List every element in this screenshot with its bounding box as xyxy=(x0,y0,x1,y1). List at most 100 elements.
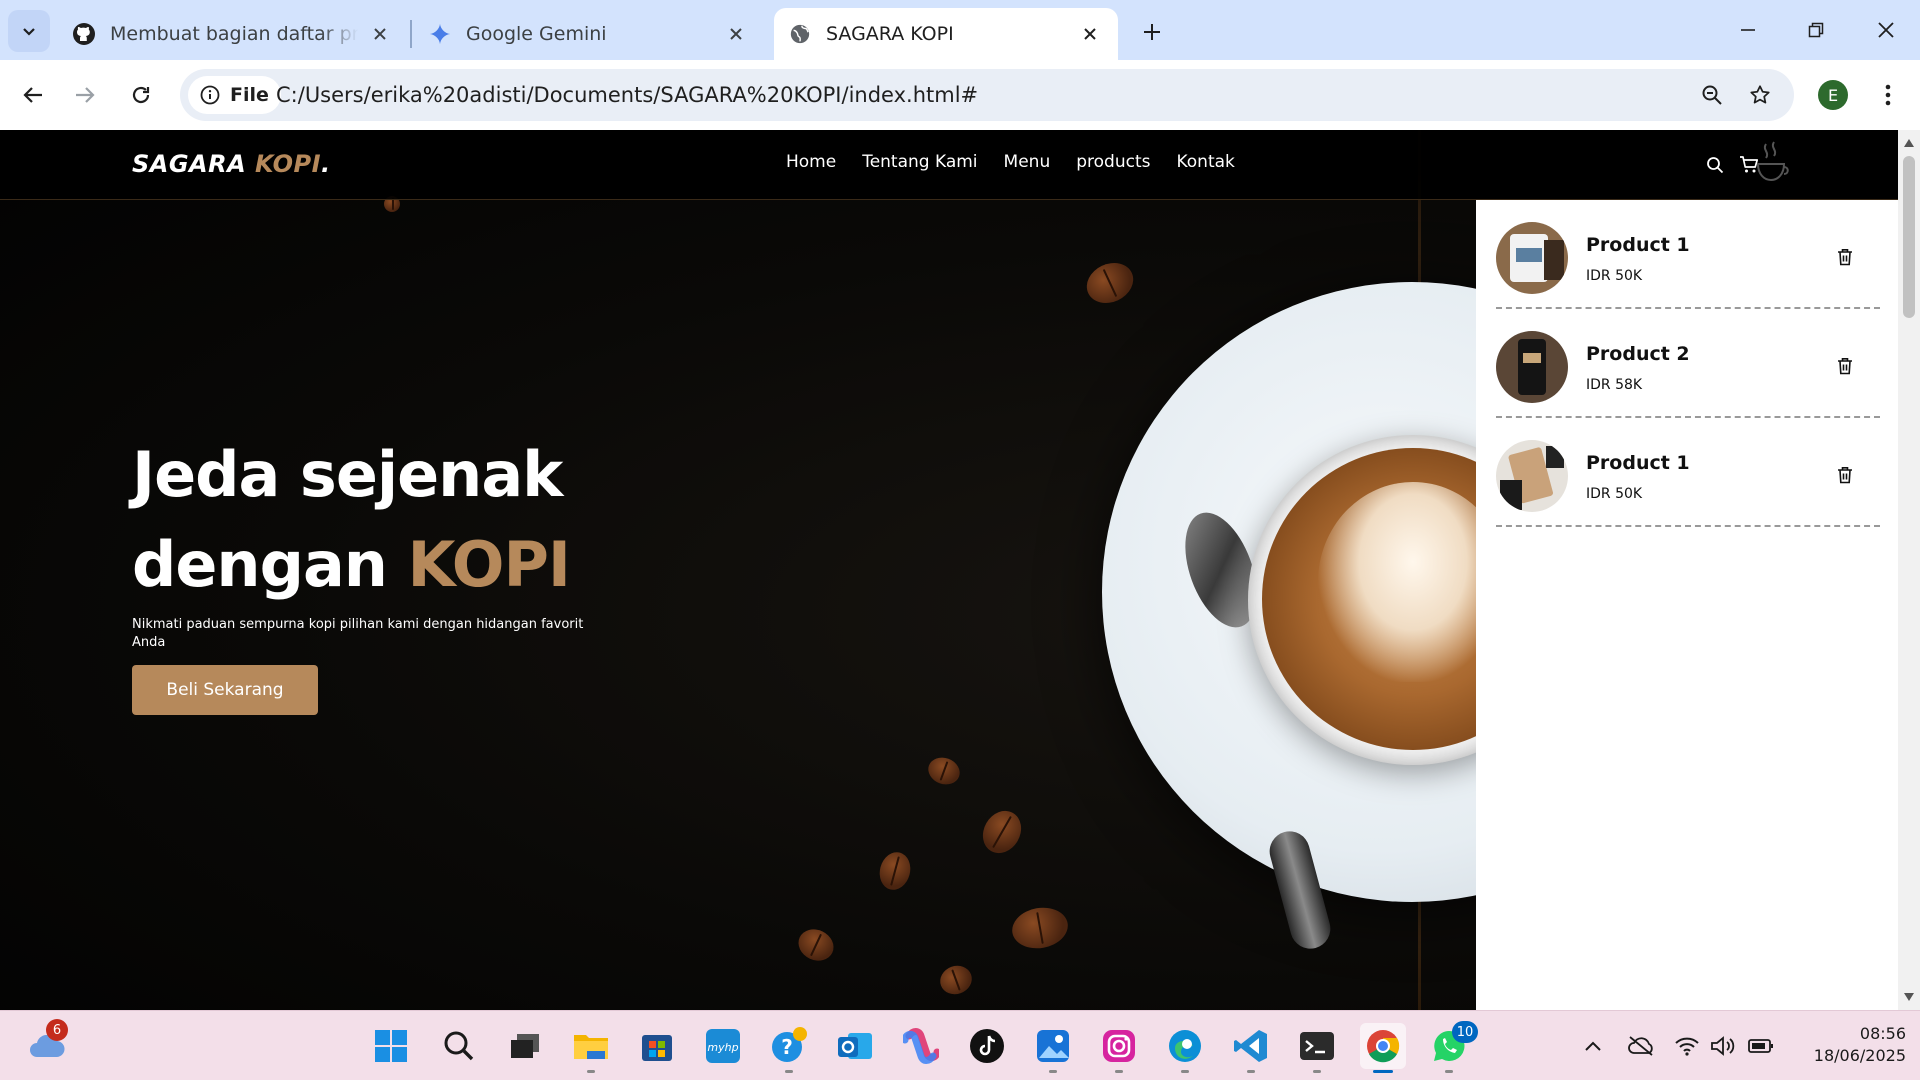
close-tab-icon[interactable] xyxy=(722,20,750,48)
start-button[interactable] xyxy=(368,1023,414,1069)
minimize-icon xyxy=(1741,29,1755,31)
site-info-chip[interactable]: File xyxy=(188,76,281,114)
cart-item-price: IDR 50K xyxy=(1586,268,1643,284)
running-indicator xyxy=(1115,1070,1123,1073)
scroll-down-arrow-icon[interactable] xyxy=(1902,990,1916,1004)
clock-time: 08:56 xyxy=(1859,1024,1906,1043)
profile-avatar[interactable]: E xyxy=(1818,80,1848,110)
cart-item: Product 1 IDR 50K xyxy=(1496,418,1880,527)
scroll-up-arrow-icon[interactable] xyxy=(1902,136,1916,150)
tiktok-icon xyxy=(970,1029,1004,1063)
zoom-icon[interactable] xyxy=(1694,77,1730,113)
close-tab-icon[interactable] xyxy=(366,20,394,48)
site-nav-links: Home Tentang Kami Menu products Kontak xyxy=(786,152,1235,172)
tab-gemini[interactable]: Google Gemini xyxy=(414,8,764,60)
weather-widget[interactable]: 6 xyxy=(24,1019,70,1069)
back-button[interactable] xyxy=(12,74,54,116)
vscode-app[interactable] xyxy=(1228,1023,1274,1073)
nav-link-products[interactable]: products xyxy=(1076,152,1150,172)
info-icon xyxy=(200,85,220,105)
running-indicator xyxy=(785,1070,793,1073)
file-explorer-app[interactable] xyxy=(568,1023,614,1073)
chrome-app[interactable] xyxy=(1360,1023,1406,1073)
reload-button[interactable] xyxy=(120,74,162,116)
beli-sekarang-button[interactable]: Beli Sekarang xyxy=(132,665,318,715)
restore-icon xyxy=(1808,22,1824,38)
logo-text: SAGARA xyxy=(132,150,256,178)
myhp-icon: myhp xyxy=(706,1029,740,1063)
taskbar-search-button[interactable] xyxy=(436,1023,482,1069)
logo-suffix: . xyxy=(321,150,331,178)
photos-app[interactable] xyxy=(1030,1023,1076,1073)
show-hidden-icons-button[interactable] xyxy=(1578,1031,1608,1061)
url-text[interactable]: C:/Users/erika%20adisti/Documents/SAGARA… xyxy=(276,69,978,121)
task-view-button[interactable] xyxy=(502,1023,548,1069)
cart-item-name: Product 1 xyxy=(1586,234,1690,256)
tab-search-dropdown-button[interactable] xyxy=(8,10,50,52)
tab-title: Membuat bagian daftar produk xyxy=(110,23,358,45)
hero-heading: Jeda sejenak dengan KOPI xyxy=(132,430,571,610)
trash-icon[interactable] xyxy=(1834,354,1856,378)
get-help-app[interactable]: ? xyxy=(766,1023,812,1073)
clock-date: 18/06/2025 xyxy=(1813,1046,1906,1065)
hero-heading-line-1: Jeda sejenak xyxy=(132,438,563,511)
myhp-app[interactable]: myhp xyxy=(700,1023,746,1069)
outlook-app[interactable] xyxy=(832,1023,878,1069)
copilot-icon xyxy=(903,1028,939,1064)
terminal-icon xyxy=(1300,1032,1334,1060)
browser-menu-button[interactable] xyxy=(1870,74,1906,116)
page-scrollbar[interactable] xyxy=(1898,130,1920,1010)
edge-icon xyxy=(1169,1030,1201,1062)
trash-icon[interactable] xyxy=(1834,245,1856,269)
running-indicator xyxy=(1313,1070,1321,1073)
svg-text:?: ? xyxy=(781,1035,793,1059)
address-bar[interactable]: File C:/Users/erika%20adisti/Documents/S… xyxy=(180,69,1794,121)
edge-app[interactable] xyxy=(1162,1023,1208,1073)
tiktok-app[interactable] xyxy=(964,1023,1010,1069)
battery-icon[interactable] xyxy=(1746,1031,1776,1061)
task-view-icon xyxy=(511,1034,539,1058)
store-icon xyxy=(642,1035,672,1061)
taskbar-clock[interactable]: 08:56 18/06/2025 xyxy=(1786,1023,1906,1067)
chevron-down-icon xyxy=(23,28,35,36)
nav-link-tentang-kami[interactable]: Tentang Kami xyxy=(862,152,977,172)
site-logo[interactable]: SAGARA KOPI. xyxy=(132,150,331,178)
terminal-app[interactable] xyxy=(1294,1023,1340,1073)
scheme-label: File xyxy=(230,84,269,106)
onedrive-status-icon[interactable] xyxy=(1626,1031,1656,1061)
svg-text:myhp: myhp xyxy=(707,1041,738,1054)
search-icon[interactable] xyxy=(1702,152,1728,178)
photos-icon xyxy=(1037,1030,1069,1062)
trash-icon[interactable] xyxy=(1834,463,1856,487)
active-indicator xyxy=(1373,1070,1393,1073)
scrollbar-thumb[interactable] xyxy=(1903,156,1915,318)
chrome-icon xyxy=(1367,1030,1400,1063)
nav-link-home[interactable]: Home xyxy=(786,152,836,172)
volume-icon[interactable] xyxy=(1708,1031,1738,1061)
cart-item-name: Product 2 xyxy=(1586,343,1690,365)
tab-separator xyxy=(410,20,412,48)
new-tab-button[interactable] xyxy=(1134,14,1170,50)
whatsapp-badge: 10 xyxy=(1452,1021,1478,1043)
reload-icon xyxy=(132,86,150,104)
restore-window-button[interactable] xyxy=(1782,0,1850,60)
arrow-left-icon xyxy=(23,87,42,103)
tab-github[interactable]: Membuat bagian daftar produk xyxy=(58,8,408,60)
tab-sagara-kopi-active[interactable]: SAGARA KOPI xyxy=(774,8,1118,60)
tab-title: Google Gemini xyxy=(466,23,607,45)
wifi-icon[interactable] xyxy=(1672,1031,1702,1061)
minimize-window-button[interactable] xyxy=(1714,0,1782,60)
microsoft-store-app[interactable] xyxy=(634,1023,680,1069)
instagram-app[interactable] xyxy=(1096,1023,1142,1073)
whatsapp-app[interactable]: 10 xyxy=(1426,1021,1478,1073)
copilot-app[interactable] xyxy=(898,1023,944,1069)
nav-link-kontak[interactable]: Kontak xyxy=(1176,152,1234,172)
weather-badge: 6 xyxy=(46,1019,68,1041)
close-tab-icon[interactable] xyxy=(1076,20,1104,48)
nav-link-menu[interactable]: Menu xyxy=(1004,152,1051,172)
close-window-button[interactable] xyxy=(1852,0,1920,60)
bookmark-star-icon[interactable] xyxy=(1742,77,1778,113)
forward-button[interactable] xyxy=(64,74,106,116)
shopping-cart-panel: Product 1 IDR 50K Product 2 IDR 58K Prod… xyxy=(1476,200,1898,1010)
windows-start-icon xyxy=(375,1030,407,1062)
